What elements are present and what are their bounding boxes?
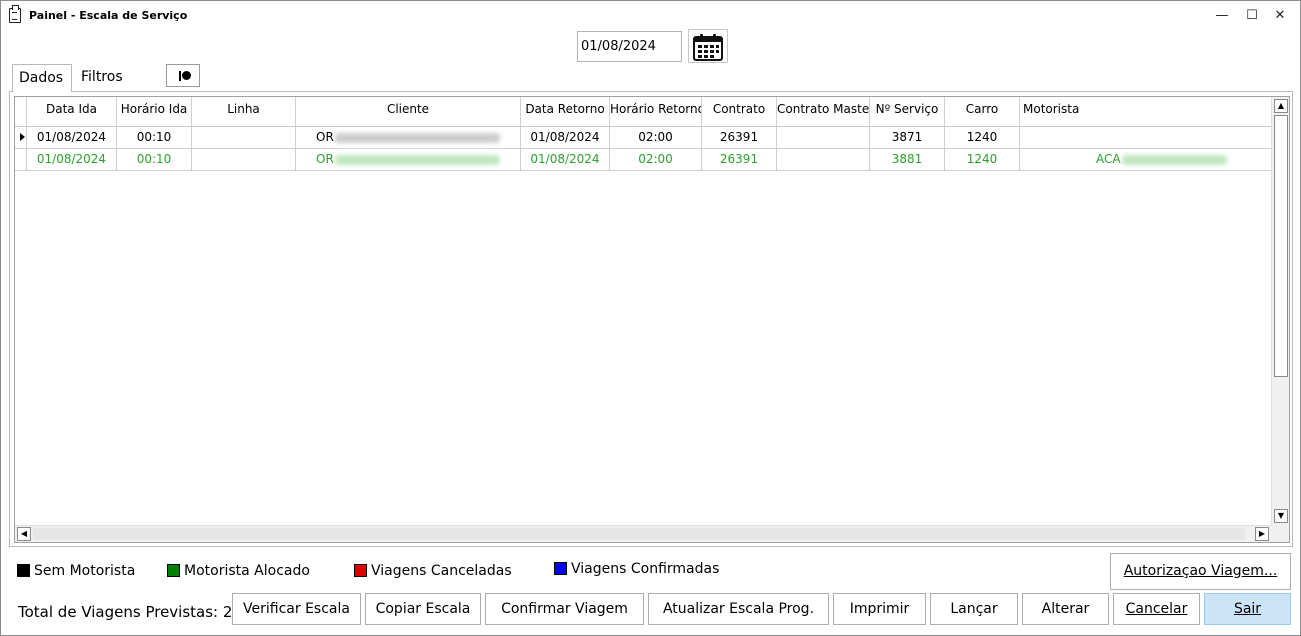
horizontal-scroll-thumb[interactable] <box>33 528 1245 540</box>
cell-cliente[interactable]: OR <box>296 127 521 149</box>
sair-button[interactable]: Sair <box>1204 593 1291 625</box>
cell-data-retorno[interactable]: 01/08/2024 <box>521 149 610 171</box>
maximize-button[interactable]: ☐ <box>1237 5 1267 27</box>
sair-label: Sair <box>1233 601 1262 617</box>
cell-carro[interactable]: 1240 <box>945 127 1020 149</box>
legend-swatch-blue <box>554 562 567 575</box>
cell-motorista[interactable]: ACA <box>1020 149 1271 171</box>
alterar-button[interactable]: Alterar <box>1022 593 1109 625</box>
row-selector[interactable] <box>15 127 27 149</box>
record-dot-icon <box>182 71 191 80</box>
copiar-escala-button[interactable]: Copiar Escala <box>365 593 481 625</box>
window-title: Painel - Escala de Serviço <box>29 9 188 22</box>
col-header-horario-ida[interactable]: Horário Ida <box>117 97 192 127</box>
horizontal-scrollbar[interactable]: ◀ ▶ <box>15 525 1271 542</box>
cell-data-ida[interactable]: 01/08/2024 <box>27 149 117 171</box>
atualizar-escala-button[interactable]: Atualizar Escala Prog. <box>648 593 829 625</box>
record-bar-icon <box>179 71 181 81</box>
main-window: Painel - Escala de Serviço — ☐ ✕ 01/08/2… <box>0 0 1301 636</box>
redacted-motorista <box>1121 154 1227 165</box>
motorista-text: ACA <box>1096 152 1121 166</box>
current-row-arrow-icon <box>20 133 25 141</box>
grid-header: Data Ida Horário Ida Linha Cliente Data … <box>15 97 1271 127</box>
col-header-horario-retorno[interactable]: Horário Retorno <box>610 97 702 127</box>
cell-n-servico[interactable]: 3871 <box>870 127 945 149</box>
cell-contrato-master[interactable] <box>777 127 870 149</box>
redacted-cliente <box>334 132 500 143</box>
col-header-data-ida[interactable]: Data Ida <box>27 97 117 127</box>
confirmar-viagem-button[interactable]: Confirmar Viagem <box>485 593 644 625</box>
lancar-button[interactable]: Lançar <box>930 593 1018 625</box>
cell-horario-ida[interactable]: 00:10 <box>117 149 192 171</box>
row-selector[interactable] <box>15 149 27 171</box>
date-input[interactable]: 01/08/2024 <box>577 31 682 62</box>
row-header-corner <box>15 97 27 127</box>
autorizacao-viagem-button[interactable]: Autorizaçao Viagem... <box>1110 553 1291 590</box>
legend-swatch-green <box>167 564 180 577</box>
col-header-data-retorno[interactable]: Data Retorno <box>521 97 610 127</box>
cancelar-label: Cancelar <box>1125 601 1188 617</box>
redacted-cliente <box>334 154 500 165</box>
autorizacao-label: Autorizaçao Viagem... <box>1123 563 1278 579</box>
col-header-n-servico[interactable]: Nº Serviço <box>870 97 945 127</box>
col-header-motorista[interactable]: Motorista <box>1020 97 1271 127</box>
escala-grid[interactable]: Data Ida Horário Ida Linha Cliente Data … <box>14 96 1290 543</box>
total-viagens-previstas: Total de Viagens Previstas: 2 <box>18 603 233 621</box>
cell-horario-ida[interactable]: 00:10 <box>117 127 192 149</box>
tab-filtros[interactable]: Filtros <box>75 64 137 90</box>
legend-motorista-alocado: Motorista Alocado <box>167 562 310 580</box>
clipboard-icon <box>9 5 21 23</box>
cell-contrato-master[interactable] <box>777 149 870 171</box>
table-row[interactable]: 01/08/2024 00:10 OR 01/08/2024 02:00 263… <box>15 149 1271 171</box>
cell-data-ida[interactable]: 01/08/2024 <box>27 127 117 149</box>
legend-viagens-confirmadas: Viagens Confirmadas <box>554 560 719 578</box>
cell-cliente[interactable]: OR <box>296 149 521 171</box>
close-button[interactable]: ✕ <box>1265 5 1295 27</box>
legend-label: Sem Motorista <box>34 563 136 579</box>
cancelar-button[interactable]: Cancelar <box>1113 593 1200 625</box>
verificar-escala-button[interactable]: Verificar Escala <box>232 593 361 625</box>
cell-n-servico[interactable]: 3881 <box>870 149 945 171</box>
legend-label: Viagens Confirmadas <box>571 561 720 577</box>
calendar-button[interactable] <box>688 29 728 63</box>
legend-label: Viagens Canceladas <box>371 563 512 579</box>
vertical-scrollbar[interactable]: ▲ ▼ <box>1271 97 1289 525</box>
imprimir-button[interactable]: Imprimir <box>833 593 926 625</box>
minimize-button[interactable]: — <box>1207 5 1237 27</box>
col-header-contrato-master[interactable]: Contrato Master <box>777 97 870 127</box>
tab-dados[interactable]: Dados <box>12 64 72 92</box>
cell-carro[interactable]: 1240 <box>945 149 1020 171</box>
scroll-down-arrow-icon[interactable]: ▼ <box>1274 509 1288 523</box>
cell-contrato[interactable]: 26391 <box>702 127 777 149</box>
scroll-up-arrow-icon[interactable]: ▲ <box>1274 99 1288 113</box>
col-header-linha[interactable]: Linha <box>192 97 296 127</box>
title-bar: Painel - Escala de Serviço — ☐ ✕ <box>1 1 1300 31</box>
cell-contrato[interactable]: 26391 <box>702 149 777 171</box>
legend-swatch-black <box>17 564 30 577</box>
tab-panel: Data Ida Horário Ida Linha Cliente Data … <box>9 91 1293 547</box>
legend-viagens-canceladas: Viagens Canceladas <box>354 562 512 580</box>
cell-linha[interactable] <box>192 127 296 149</box>
legend-swatch-red <box>354 564 367 577</box>
legend-label: Motorista Alocado <box>184 563 310 579</box>
cell-data-retorno[interactable]: 01/08/2024 <box>521 127 610 149</box>
scroll-corner <box>1271 525 1289 542</box>
col-header-carro[interactable]: Carro <box>945 97 1020 127</box>
cliente-text: OR <box>316 130 334 144</box>
record-button[interactable] <box>166 64 200 87</box>
cliente-text: OR <box>316 152 334 166</box>
cell-linha[interactable] <box>192 149 296 171</box>
cell-motorista[interactable] <box>1020 127 1271 149</box>
cell-horario-retorno[interactable]: 02:00 <box>610 149 702 171</box>
scroll-left-arrow-icon[interactable]: ◀ <box>17 527 31 541</box>
col-header-cliente[interactable]: Cliente <box>296 97 521 127</box>
vertical-scroll-thumb[interactable] <box>1274 115 1288 377</box>
scroll-right-arrow-icon[interactable]: ▶ <box>1255 527 1269 541</box>
legend-sem-motorista: Sem Motorista <box>17 562 135 580</box>
col-header-contrato[interactable]: Contrato <box>702 97 777 127</box>
cell-horario-retorno[interactable]: 02:00 <box>610 127 702 149</box>
calendar-icon <box>693 34 723 61</box>
table-row[interactable]: 01/08/2024 00:10 OR 01/08/2024 02:00 263… <box>15 127 1271 149</box>
